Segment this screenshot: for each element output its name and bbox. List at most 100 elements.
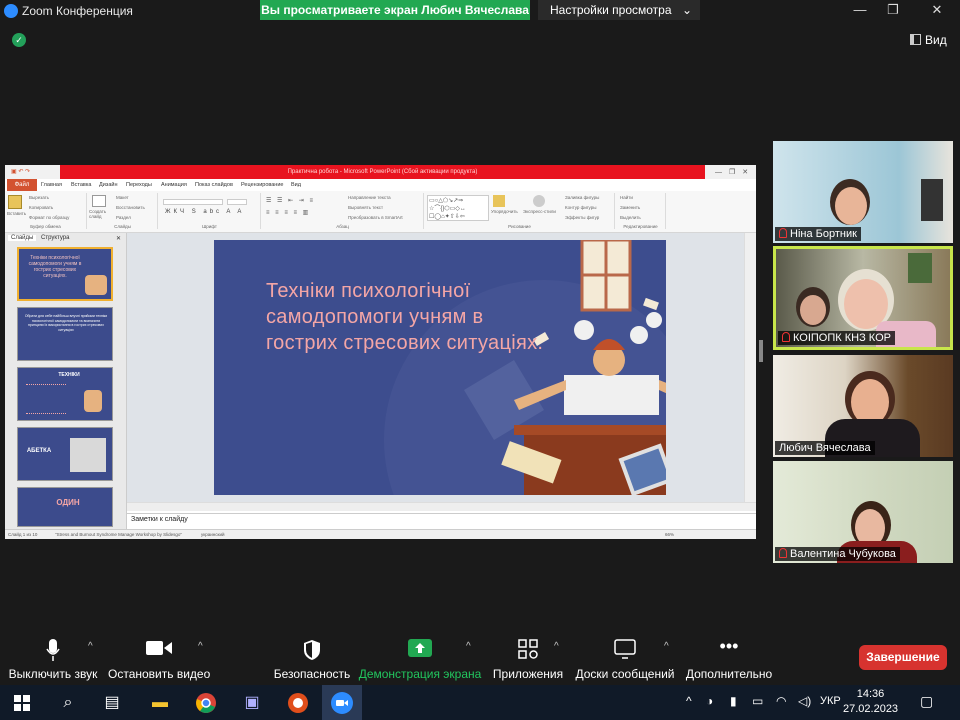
slide-thumbnail[interactable]: 2 Обрати для себе найбільш влучні прийом… bbox=[17, 307, 113, 361]
horizontal-scrollbar[interactable] bbox=[127, 502, 756, 511]
stop-video-button[interactable]: Остановить видео bbox=[108, 639, 210, 681]
shape-fill-button[interactable]: Заливка фигуры bbox=[565, 195, 599, 200]
whiteboards-options-caret[interactable]: ^ bbox=[664, 641, 669, 652]
zoom-level[interactable]: 66% bbox=[665, 532, 674, 537]
windows-start-icon[interactable] bbox=[2, 685, 42, 720]
ppt-tab[interactable]: Главная bbox=[41, 182, 62, 188]
save-disk-icon[interactable]: ▣ bbox=[232, 685, 272, 720]
quick-styles-icon[interactable] bbox=[533, 195, 545, 207]
select-button[interactable]: Выделить bbox=[620, 215, 641, 220]
tab-outline[interactable]: Структура bbox=[38, 235, 72, 241]
paste-label[interactable]: Вставить bbox=[7, 211, 26, 216]
search-icon[interactable]: ⌕ bbox=[48, 685, 88, 720]
paragraph-align-icons[interactable]: ≡ ≡ ≡ ≡ ▥ bbox=[266, 209, 310, 216]
taskbar-clock[interactable]: 14:36 27.02.2023 bbox=[843, 687, 898, 717]
notifications-icon[interactable]: ▢ bbox=[920, 693, 933, 710]
view-options-dropdown[interactable]: Настройки просмотра ⌄ bbox=[538, 0, 700, 20]
shared-screen[interactable]: Практична робота - Microsoft PowerPoint … bbox=[5, 165, 756, 539]
layout-button[interactable]: Макет bbox=[116, 195, 129, 200]
wifi-icon[interactable]: ◠ bbox=[776, 694, 786, 708]
input-language[interactable]: УКР bbox=[820, 695, 841, 707]
ppt-tab[interactable]: Дизайн bbox=[99, 182, 118, 188]
mute-button[interactable]: Выключить звук bbox=[6, 639, 100, 681]
ppt-tab[interactable]: Переходы bbox=[126, 182, 152, 188]
wall-picture bbox=[908, 253, 932, 283]
volume-icon[interactable]: ◁) bbox=[798, 694, 811, 708]
video-options-caret[interactable]: ^ bbox=[198, 641, 203, 652]
replace-button[interactable]: Заменить bbox=[620, 205, 640, 210]
font-name-box[interactable] bbox=[163, 199, 223, 205]
slide-thumbnail[interactable]: 3 ТЕХНІКИ bbox=[17, 367, 113, 421]
share-options-caret[interactable]: ^ bbox=[466, 641, 471, 652]
shapes-gallery[interactable]: ▭○△⬠↘↗⇒ ☆⌒{}⬡▭◇↔ ☐◯⌂✦⇧⇩⇦ bbox=[427, 195, 489, 221]
participant-tile-active[interactable]: КОІПОПК КНЗ КОР bbox=[773, 246, 953, 350]
ppt-tab[interactable]: Вставка bbox=[71, 182, 91, 188]
arrange-icon[interactable] bbox=[493, 195, 505, 207]
view-button[interactable]: Вид bbox=[910, 33, 947, 47]
smartart-button[interactable]: Преобразовать в SmartArt bbox=[348, 215, 403, 220]
restore-button[interactable]: ❐ bbox=[873, 0, 913, 20]
new-slide-label[interactable]: Создать слайд bbox=[89, 209, 111, 219]
ppt-activation-bar: Практична робота - Microsoft PowerPoint … bbox=[60, 165, 705, 179]
end-meeting-button[interactable]: Завершение bbox=[859, 645, 947, 670]
ribbon-group-label: Абзац bbox=[336, 224, 349, 229]
close-pane-icon[interactable]: ✕ bbox=[116, 235, 121, 242]
share-screen-label: Демонстрация экрана bbox=[358, 667, 482, 681]
participant-tile[interactable]: Ніна Бортник bbox=[773, 141, 953, 243]
file-explorer-icon[interactable]: ▬ bbox=[140, 685, 180, 720]
align-text-button[interactable]: Выровнять текст bbox=[348, 205, 383, 210]
arrange-label[interactable]: Упорядочить bbox=[491, 209, 518, 214]
text-direction-button[interactable]: Направление текста bbox=[348, 195, 391, 200]
ppt-tab[interactable]: Показ слайдов bbox=[195, 182, 233, 188]
section-button[interactable]: Раздел bbox=[116, 215, 131, 220]
zoom-app-icon[interactable] bbox=[322, 685, 362, 720]
ppt-tab[interactable]: Рецензирование bbox=[241, 182, 283, 188]
slide-thumbnail[interactable]: 5 ОДИН bbox=[17, 487, 113, 527]
quick-styles-label[interactable]: Экспресс-стили bbox=[523, 209, 556, 214]
share-screen-button[interactable]: Демонстрация экрана bbox=[358, 639, 482, 681]
ppt-window-controls[interactable]: — ❐ ✕ bbox=[715, 167, 748, 177]
reset-button[interactable]: Восстановить bbox=[116, 205, 145, 210]
slide-thumbnail[interactable]: 4 АБЕТКА bbox=[17, 427, 113, 481]
splitter-handle[interactable] bbox=[759, 340, 763, 362]
font-size-box[interactable] bbox=[227, 199, 247, 205]
notes-pane[interactable]: Заметки к слайду bbox=[127, 513, 756, 527]
whiteboards-button[interactable]: Доски сообщений bbox=[574, 639, 676, 681]
tab-slides[interactable]: Слайды bbox=[8, 235, 37, 241]
security-button[interactable]: Безопасность bbox=[272, 639, 352, 681]
battery-icon[interactable]: ▭ bbox=[752, 694, 763, 708]
paragraph-list-icons[interactable]: ☰ ☰ ⇤ ⇥ ≡ bbox=[266, 197, 315, 204]
ppt-file-tab[interactable]: Файл bbox=[7, 179, 37, 191]
cut-button[interactable]: Вырезать bbox=[29, 195, 49, 200]
copy-button[interactable]: Копировать bbox=[29, 205, 53, 210]
participant-tile[interactable]: Любич Вячеслава bbox=[773, 355, 953, 457]
muted-mic-icon bbox=[779, 548, 787, 558]
slide-thumbnail[interactable]: 1 Техніки психологічної самодопомоги учн… bbox=[17, 247, 113, 301]
shape-effects-button[interactable]: Эффекты фигур bbox=[565, 215, 599, 220]
shape-outline-button[interactable]: Контур фигуры bbox=[565, 205, 596, 210]
ppt-tab[interactable]: Анимация bbox=[161, 182, 187, 188]
vertical-scrollbar[interactable] bbox=[744, 233, 756, 503]
more-button[interactable]: ••• Дополнительно bbox=[684, 637, 774, 681]
participant-tile[interactable]: Валентина Чубукова bbox=[773, 461, 953, 563]
ppt-quick-access-icon[interactable]: ▣ ↶ ↷ bbox=[11, 168, 41, 176]
tray-mic-icon[interactable]: ▮ bbox=[730, 694, 737, 708]
current-slide[interactable]: Техніки психологічної самодопомоги учням… bbox=[214, 240, 666, 495]
paste-icon[interactable] bbox=[8, 195, 22, 209]
browser-e-icon[interactable] bbox=[278, 685, 318, 720]
font-format-icons[interactable]: ЖКЧ S abc A A bbox=[165, 209, 244, 215]
chrome-icon[interactable] bbox=[186, 685, 226, 720]
encryption-shield-icon[interactable]: ✓ bbox=[12, 33, 26, 47]
find-button[interactable]: Найти bbox=[620, 195, 633, 200]
ppt-tab[interactable]: Вид bbox=[291, 182, 301, 188]
slide-title[interactable]: Техніки психологічної самодопомоги учням… bbox=[266, 278, 546, 356]
task-view-icon[interactable]: ▤ bbox=[92, 685, 132, 720]
close-button[interactable]: ✕ bbox=[917, 0, 957, 20]
tray-app-icon[interactable]: ◑ bbox=[706, 694, 713, 708]
apps-options-caret[interactable]: ^ bbox=[554, 641, 559, 652]
format-painter-button[interactable]: Формат по образцу bbox=[29, 215, 69, 220]
tray-overflow-icon[interactable]: ^ bbox=[686, 694, 692, 708]
view-button-label: Вид bbox=[925, 33, 947, 47]
new-slide-icon[interactable] bbox=[92, 195, 106, 207]
mute-options-caret[interactable]: ^ bbox=[88, 641, 93, 652]
